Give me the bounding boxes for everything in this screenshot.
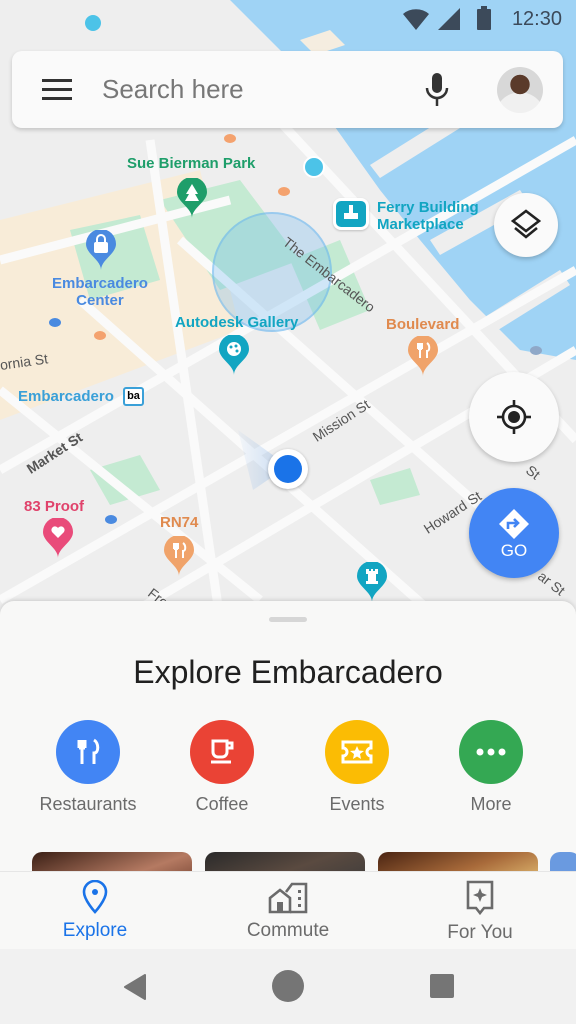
user-avatar[interactable] [497, 67, 543, 113]
go-label: GO [500, 541, 528, 560]
my-location-dot [268, 449, 308, 489]
poi-dot [105, 515, 117, 524]
commute-icon [268, 882, 308, 914]
tab-label: Commute [246, 920, 330, 941]
explore-sheet: Explore Embarcadero Restaurants Coffee E… [0, 601, 576, 892]
coffee-icon [190, 720, 254, 784]
my-location-button[interactable] [469, 372, 559, 462]
category-label: Restaurants [39, 794, 137, 814]
place-label-boulevard[interactable]: Boulevard [386, 316, 459, 334]
category-label: Coffee [195, 794, 249, 814]
go-button[interactable]: GO [469, 488, 559, 578]
poi-dot [530, 346, 542, 355]
category-restaurants[interactable]: Restaurants [23, 720, 153, 815]
back-icon[interactable] [123, 973, 147, 1001]
for-you-icon [466, 880, 494, 916]
category-label: More [470, 794, 512, 814]
shopping-pin-icon[interactable] [86, 230, 116, 270]
tab-label: Explore [62, 920, 128, 941]
explore-pin-icon [82, 880, 108, 914]
menu-icon[interactable] [42, 79, 72, 101]
poi-dot [49, 318, 61, 327]
cell-signal-icon [438, 8, 460, 30]
battery-icon [477, 6, 491, 30]
museum-pin-icon[interactable] [357, 562, 387, 602]
restaurant-pin-icon[interactable] [408, 336, 438, 376]
sheet-title: Explore Embarcadero [133, 654, 443, 690]
search-bar [12, 51, 563, 128]
place-label-83-proof[interactable]: 83 Proof [24, 498, 84, 516]
search-input[interactable] [102, 69, 402, 109]
home-icon[interactable] [272, 970, 304, 1002]
category-coffee[interactable]: Coffee [157, 720, 287, 815]
place-label-autodesk-gallery[interactable]: Autodesk Gallery [175, 314, 298, 332]
poi-dot [94, 331, 106, 340]
place-label-embarcadero-station[interactable]: Embarcadero [18, 388, 114, 406]
status-bar: 12:30 [0, 0, 576, 38]
tab-explore[interactable]: Explore [25, 880, 165, 942]
status-time: 12:30 [511, 8, 562, 30]
place-label-sue-bierman-park[interactable]: Sue Bierman Park [127, 155, 255, 173]
more-icon [459, 720, 523, 784]
system-navigation-bar [0, 949, 576, 1024]
ticket-icon [325, 720, 389, 784]
restaurant-pin-icon[interactable] [164, 536, 194, 576]
poi-dot [278, 187, 290, 196]
layers-icon [511, 209, 541, 239]
bar-pin-icon[interactable] [43, 518, 73, 558]
restaurant-icon [56, 720, 120, 784]
directions-icon [499, 509, 529, 539]
wifi-icon [403, 9, 429, 30]
place-label-rn74[interactable]: RN74 [160, 514, 198, 532]
mic-icon[interactable] [424, 73, 450, 107]
category-label: Events [329, 794, 385, 814]
my-location-icon [497, 400, 531, 434]
bart-icon: ba [123, 387, 144, 406]
ferry-terminal-icon [303, 156, 325, 178]
gallery-pin-icon[interactable] [219, 335, 249, 375]
place-label-embarcadero-center[interactable]: Embarcadero Center [52, 275, 148, 309]
category-events[interactable]: Events [292, 720, 422, 815]
category-more[interactable]: More [426, 720, 556, 815]
poi-dot [224, 134, 236, 143]
tab-commute[interactable]: Commute [218, 880, 358, 942]
sheet-drag-handle[interactable] [269, 617, 307, 622]
layers-button[interactable] [494, 193, 558, 257]
recents-icon[interactable] [430, 974, 454, 998]
ferry-building-marker-icon[interactable] [333, 198, 369, 230]
place-label-ferry-building[interactable]: Ferry Building Marketplace [377, 199, 479, 233]
tab-label: For You [447, 922, 513, 943]
park-pin-icon[interactable] [177, 178, 207, 218]
bottom-navigation: Explore Commute For You [0, 871, 576, 949]
tab-for-you[interactable]: For You [410, 880, 550, 944]
screen: Sue Bierman Park Ferry Building Marketpl… [0, 0, 576, 1024]
